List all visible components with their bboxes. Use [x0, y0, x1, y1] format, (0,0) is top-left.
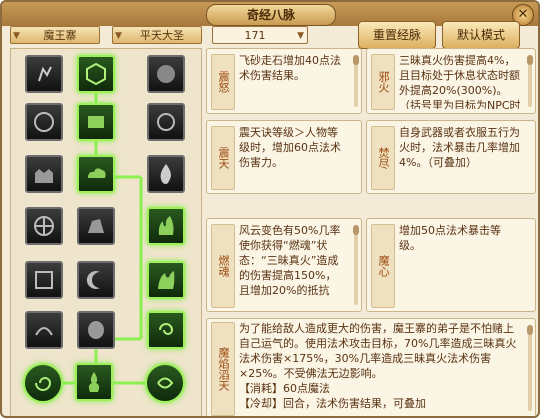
skill-tile-zhentian[interactable]	[77, 103, 115, 141]
spiral-icon	[159, 323, 174, 335]
skill-tile-moyan[interactable]	[75, 363, 113, 401]
skill-tile-zhennu[interactable]	[77, 55, 115, 93]
skill-description-block: 为了能给敌人造成更大的伤害，魔王寨的弟子是不怕赌上自己运气的。使用法术攻击目标，…	[239, 321, 519, 413]
skill-extra: 【冷却】回合，法术伤害结果，可叠加	[239, 397, 426, 410]
rune-icon	[34, 112, 54, 132]
desc-box-zhennu: 震怒 飞砂走石增加40点法术伤害结果。	[206, 48, 362, 114]
skill-description: 飞砂走石增加40点法术伤害结果。	[239, 54, 341, 82]
skill-tile-xiehuo[interactable]	[147, 261, 185, 299]
desc-box-xiehuo: 邪火 三昧真火伤害提高4%，且目标处于休息状态时额外提高20%(300%)。（括…	[366, 48, 536, 114]
flames-icon	[158, 216, 174, 235]
desc-box-zhentian: 震天 震天诀等级＞人物等级时，增加60点法术伤害力。	[206, 120, 362, 194]
dropdown-arrow-icon: ▼	[13, 31, 20, 41]
school-value: 魔王寨	[43, 29, 77, 42]
points-value: 171	[244, 29, 266, 42]
skill-name: 燃魂	[211, 224, 235, 308]
moon-icon	[86, 271, 100, 289]
desc-box-fenchen: 焚尽 自身武器或者衣服五行为火时，法术暴击几率增加4%。（可叠加）	[366, 120, 536, 194]
demon-face-icon	[157, 65, 175, 83]
skill-cost: 【消耗】60点魔法	[239, 382, 330, 395]
skill-name: 焚尽	[371, 126, 395, 190]
skill-name: 震怒	[211, 54, 235, 110]
points-dropdown[interactable]: 171 ▼	[212, 26, 308, 44]
skill-description: 自身武器或者衣服五行为火时，法术暴击几率增加4%。（可叠加）	[399, 126, 520, 169]
skill-name: 震天	[211, 126, 235, 190]
skill-tile-ranhun[interactable]	[77, 155, 115, 193]
path-value: 平天大圣	[140, 29, 184, 42]
fire-icon	[160, 164, 171, 184]
skill-tile-rune[interactable]	[25, 103, 63, 141]
castle-icon	[35, 169, 53, 183]
skill-description: 震天诀等级＞人物等级时，增加60点法术伤害力。	[239, 126, 341, 169]
skill-name: 魔焰滔天	[211, 322, 235, 416]
skill-tile-demon[interactable]	[147, 55, 185, 93]
beast-icon	[35, 327, 53, 336]
desc-box-moxin: 魔心 增加50点法术暴击等级。	[366, 218, 536, 312]
scrollbar[interactable]	[527, 325, 533, 411]
knot-icon	[157, 113, 175, 131]
scroll-thumb[interactable]	[353, 55, 359, 65]
mask-icon	[88, 321, 104, 339]
dropdown-arrow-icon: ▼	[297, 31, 304, 41]
school-dropdown[interactable]: ▼ 魔王寨	[10, 26, 100, 44]
flame-figure-icon	[88, 372, 100, 392]
skill-description: 增加50点法术暴击等级。	[399, 224, 501, 252]
reset-meridian-button[interactable]: 重置经脉	[358, 21, 436, 49]
scroll-thumb[interactable]	[527, 55, 533, 65]
blaze-icon	[158, 271, 175, 289]
scrollbar[interactable]	[353, 55, 359, 107]
skill-tile-rock[interactable]	[77, 207, 115, 245]
desc-box-ranhun: 燃魂 风云变色有50%几率使你获得“燃魂”状态：“三昧真火”造成的伤害提高150…	[206, 218, 362, 312]
scrollbar[interactable]	[527, 55, 533, 107]
skill-tile-swirl[interactable]	[145, 363, 185, 403]
skill-tile-vortex[interactable]	[23, 363, 63, 403]
skill-description: 三昧真火伤害提高4%，且目标处于休息状态时额外提高20%(300%)。（括号里为…	[399, 54, 521, 109]
skill-tile-mask[interactable]	[77, 311, 115, 349]
scroll-thumb[interactable]	[527, 325, 533, 335]
wheel-icon	[34, 216, 54, 236]
dropdown-arrow-icon: ▼	[115, 31, 122, 41]
skill-tile-figure[interactable]	[25, 55, 63, 93]
seal-icon	[35, 271, 53, 289]
skill-description: 为了能给敌人造成更大的伤害，魔王寨的弟子是不怕赌上自己运气的。使用法术攻击目标，…	[239, 322, 517, 380]
skill-tile-fire[interactable]	[147, 155, 185, 193]
skill-name: 邪火	[371, 54, 395, 110]
skill-description: 风云变色有50%几率使你获得“燃魂”状态：“三昧真火”造成的伤害提高150%，且…	[239, 224, 341, 297]
desc-box-moyan: 魔焰滔天 为了能给敌人造成更大的伤害，魔王寨的弟子是不怕赌上自己运气的。使用法术…	[206, 318, 536, 416]
skill-tile-fenchen[interactable]	[147, 207, 185, 245]
default-mode-button[interactable]: 默认模式	[442, 21, 520, 49]
rock-icon	[88, 219, 104, 233]
skill-name: 魔心	[371, 224, 395, 308]
window-title: 奇经八脉	[206, 4, 336, 26]
scroll-icon	[88, 116, 104, 128]
skill-tile-moxin[interactable]	[147, 311, 185, 349]
vortex-icon	[35, 377, 52, 391]
path-dropdown[interactable]: ▼ 平天大圣	[112, 26, 202, 44]
skill-tile-wheel[interactable]	[25, 207, 63, 245]
skill-tile-knot[interactable]	[147, 103, 185, 141]
skill-tile-castle[interactable]	[25, 155, 63, 193]
swirl-icon	[157, 377, 174, 389]
scroll-thumb[interactable]	[353, 225, 359, 235]
meridian-window: 奇经八脉 ✕ ▼ 魔王寨 ▼ 平天大圣 171 ▼ 重置经脉 默认模式 震怒 飞…	[0, 0, 540, 418]
skill-tile-seal[interactable]	[25, 261, 63, 299]
skill-tile-beast[interactable]	[25, 311, 63, 349]
hex-icon	[86, 62, 106, 86]
meridian-grid	[10, 48, 202, 416]
scrollbar[interactable]	[353, 225, 359, 305]
cloud-icon	[88, 168, 106, 178]
skill-tile-moon[interactable]	[77, 261, 115, 299]
figure-icon	[38, 66, 52, 82]
